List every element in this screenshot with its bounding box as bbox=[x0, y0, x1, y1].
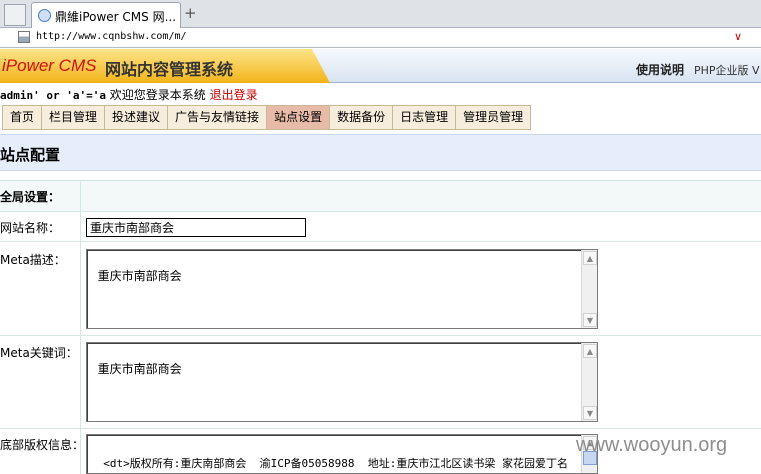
site-name-input[interactable] bbox=[86, 218, 306, 237]
nav-item-ads-links[interactable]: 广告与友情链接 bbox=[168, 106, 268, 129]
new-tab-button[interactable]: + bbox=[184, 4, 197, 22]
row-divider bbox=[0, 428, 761, 429]
brand-logo: iPower CMS bbox=[2, 56, 97, 75]
help-link[interactable]: 使用说明 bbox=[636, 61, 684, 78]
meta-description-label: Meta描述： bbox=[0, 253, 66, 267]
browser-tabbar: 鼎維iPower CMS 网... + bbox=[0, 0, 761, 28]
nav-item-logs[interactable]: 日志管理 bbox=[393, 106, 457, 129]
url-text[interactable]: http://www.cqnbshw.com/m/ bbox=[36, 31, 187, 42]
meta-keywords-textarea[interactable]: 重庆市南部商会 ▲ ▼ bbox=[86, 342, 598, 422]
nav-item-site-settings[interactable]: 站点设置 bbox=[267, 106, 331, 129]
address-bar[interactable]: http://www.cqnbshw.com/m/ ∨ bbox=[0, 28, 761, 48]
site-name-label: 网站名称： bbox=[0, 221, 61, 235]
scroll-down-icon[interactable]: ▼ bbox=[583, 313, 597, 327]
section-header: 站点配置 bbox=[0, 134, 761, 171]
meta-description-textarea[interactable]: 重庆市南部商会 ▲ ▼ bbox=[86, 249, 598, 329]
login-status: admin' or 'a'='a 欢迎您登录本系统 退出登录 bbox=[0, 86, 258, 102]
row-divider bbox=[0, 241, 761, 242]
main-nav: 首页 栏目管理 投述建议 广告与友情链接 站点设置 数据备份 日志管理 管理员管… bbox=[2, 105, 532, 130]
meta-description-value: 重庆市南部商会 bbox=[97, 269, 182, 283]
nav-item-admins[interactable]: 管理员管理 bbox=[456, 106, 530, 129]
watermark: www.wooyun.org bbox=[576, 434, 728, 456]
nav-item-suggestions[interactable]: 投述建议 bbox=[105, 106, 169, 129]
footer-copyright-value: <dt>版权所有:重庆南部商会 渝ICP备05058988 地址:重庆市江北区读… bbox=[103, 457, 568, 470]
system-title: 网站内容管理系统 bbox=[105, 60, 234, 79]
login-username: admin' or 'a'='a bbox=[0, 89, 106, 102]
welcome-text: 欢迎您登录本系统 bbox=[105, 88, 210, 102]
global-settings-label: 全局设置： bbox=[0, 190, 61, 204]
scroll-down-icon[interactable]: ▼ bbox=[583, 406, 597, 420]
column-divider bbox=[80, 180, 81, 474]
row-divider bbox=[0, 211, 761, 212]
browser-favicon-icon bbox=[38, 9, 51, 22]
logout-link[interactable]: 退出登录 bbox=[210, 88, 258, 102]
global-settings-row bbox=[0, 181, 761, 211]
footer-copyright-textarea[interactable]: <dt>版权所有:重庆南部商会 渝ICP备05058988 地址:重庆市江北区读… bbox=[86, 434, 598, 474]
meta-keywords-value: 重庆市南部商会 bbox=[97, 362, 182, 376]
page-icon bbox=[18, 31, 30, 43]
edition-label: PHP企业版 V bbox=[694, 64, 760, 77]
scroll-up-icon[interactable]: ▲ bbox=[583, 251, 597, 265]
scrollbar[interactable]: ▲ ▼ bbox=[581, 250, 597, 328]
footer-copyright-label: 底部版权信息： bbox=[0, 438, 85, 452]
scrollbar[interactable]: ▲ ▼ bbox=[581, 343, 597, 421]
nav-item-columns[interactable]: 栏目管理 bbox=[42, 106, 106, 129]
chevron-down-icon[interactable]: ∨ bbox=[734, 30, 742, 43]
scroll-up-icon[interactable]: ▲ bbox=[583, 344, 597, 358]
page-title: 站点配置 bbox=[0, 146, 61, 164]
nav-item-home[interactable]: 首页 bbox=[3, 106, 43, 129]
tab-title: 鼎維iPower CMS 网... bbox=[55, 10, 177, 24]
nav-item-backup[interactable]: 数据备份 bbox=[330, 106, 394, 129]
meta-keywords-label: Meta关键词： bbox=[0, 346, 78, 360]
browser-tab[interactable]: 鼎維iPower CMS 网... bbox=[31, 2, 181, 28]
tab-list-button[interactable] bbox=[4, 4, 26, 26]
row-divider bbox=[0, 335, 761, 336]
